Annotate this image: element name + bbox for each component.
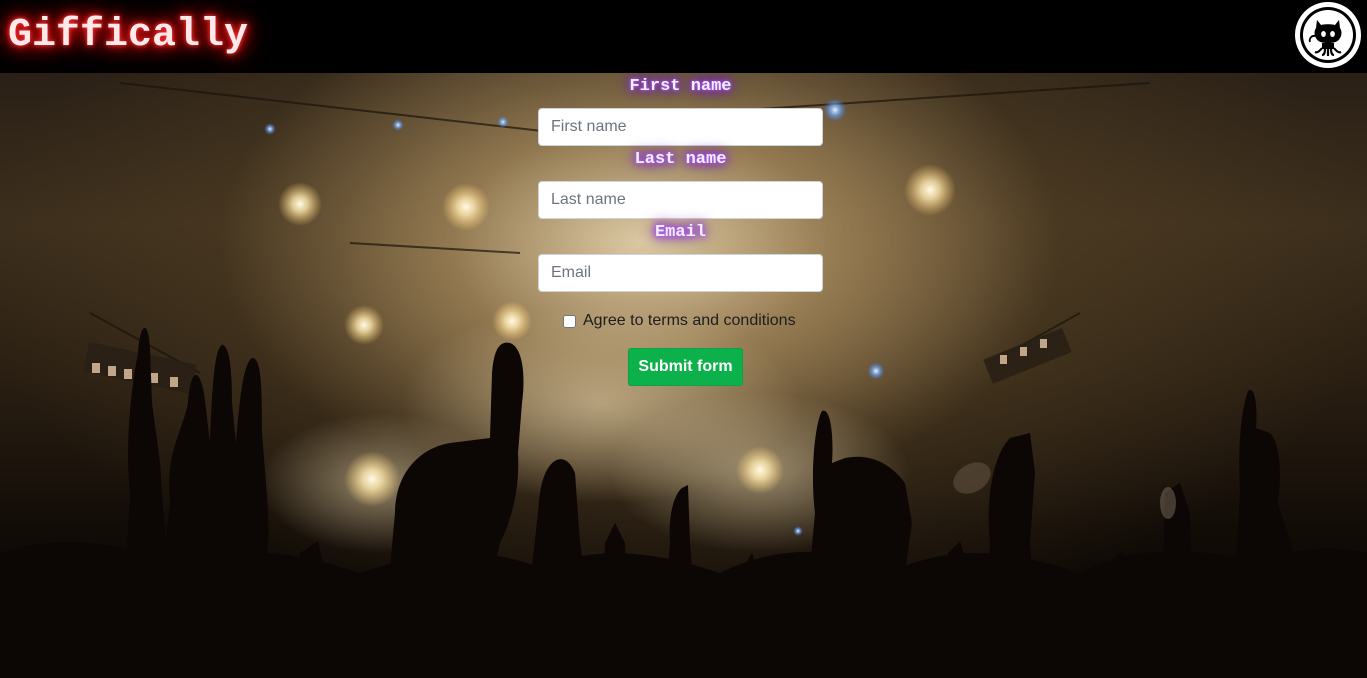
terms-checkbox[interactable] — [563, 314, 576, 328]
github-octocat-icon — [1297, 4, 1359, 66]
terms-label[interactable]: Agree to terms and conditions — [583, 312, 796, 330]
last-name-input[interactable] — [538, 181, 823, 219]
email-label: Email — [654, 223, 706, 242]
github-link[interactable] — [1295, 2, 1361, 68]
last-name-label: Last name — [634, 150, 727, 169]
first-name-label: First name — [629, 77, 732, 96]
top-navbar: Giffically — [0, 0, 1367, 73]
submit-form-button[interactable]: Submit form — [628, 348, 743, 386]
terms-row: Agree to terms and conditions — [563, 310, 796, 332]
brand-logo-link[interactable]: Giffically — [8, 12, 248, 60]
email-input[interactable] — [538, 254, 823, 292]
first-name-input[interactable] — [538, 108, 823, 146]
